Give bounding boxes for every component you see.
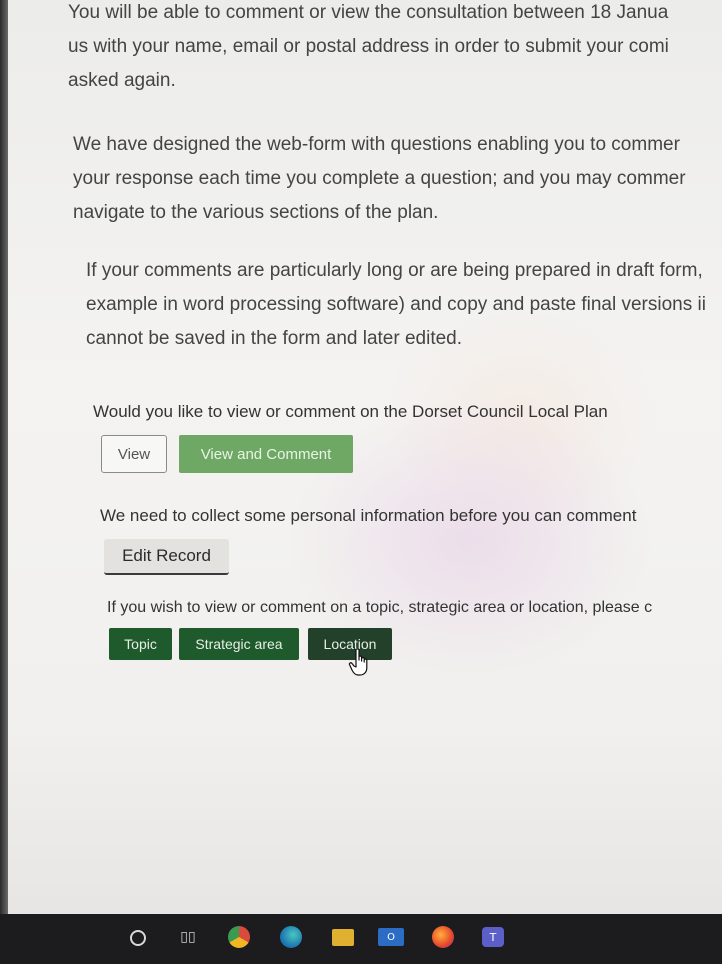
topic-button[interactable]: Topic	[109, 628, 172, 660]
outlook-icon[interactable]: O	[378, 928, 404, 946]
view-and-comment-button[interactable]: View and Comment	[179, 435, 353, 473]
hand-pointer-cursor-icon	[348, 648, 368, 676]
local-plan-question: Would you like to view or comment on the…	[93, 402, 608, 421]
intro-paragraph-3-line-2: example in word processing software) and…	[86, 294, 706, 315]
monitor-bezel	[0, 0, 8, 964]
strategic-area-button[interactable]: Strategic area	[179, 628, 299, 660]
intro-paragraph-1-line-2: us with your name, email or postal addre…	[68, 36, 669, 57]
search-icon[interactable]	[130, 930, 146, 946]
windows-taskbar: ▯▯ O T	[0, 914, 722, 964]
screen: You will be able to comment or view the …	[0, 0, 722, 964]
topic-instructions: If you wish to view or comment on a topi…	[107, 599, 653, 616]
teams-icon[interactable]: T	[482, 927, 504, 947]
intro-paragraph-2-line-2: your response each time you complete a q…	[73, 168, 686, 189]
intro-paragraph-3-line-1: If your comments are particularly long o…	[86, 260, 703, 281]
file-explorer-icon[interactable]	[332, 929, 354, 946]
intro-paragraph-2-line-1: We have designed the web-form with quest…	[73, 134, 680, 155]
task-view-icon[interactable]: ▯▯	[176, 927, 200, 947]
browser-page: You will be able to comment or view the …	[0, 0, 722, 900]
intro-paragraph-3: If your comments are particularly long o…	[86, 254, 722, 356]
firefox-icon[interactable]	[432, 926, 454, 948]
personal-info-notice: We need to collect some personal informa…	[100, 506, 637, 525]
intro-paragraph-3-line-3: cannot be saved in the form and later ed…	[86, 328, 463, 349]
edge-icon[interactable]	[280, 926, 302, 948]
edit-record-button[interactable]: Edit Record	[104, 539, 229, 575]
view-button[interactable]: View	[101, 435, 167, 473]
intro-paragraph-2-line-3: navigate to the various sections of the …	[73, 202, 439, 223]
intro-paragraph-1-line-3: asked again.	[68, 70, 176, 91]
chrome-icon[interactable]	[228, 926, 250, 948]
intro-paragraph-1-line-1: You will be able to comment or view the …	[68, 2, 669, 23]
intro-paragraph-1: You will be able to comment or view the …	[68, 0, 722, 98]
intro-paragraph-2: We have designed the web-form with quest…	[73, 128, 722, 230]
